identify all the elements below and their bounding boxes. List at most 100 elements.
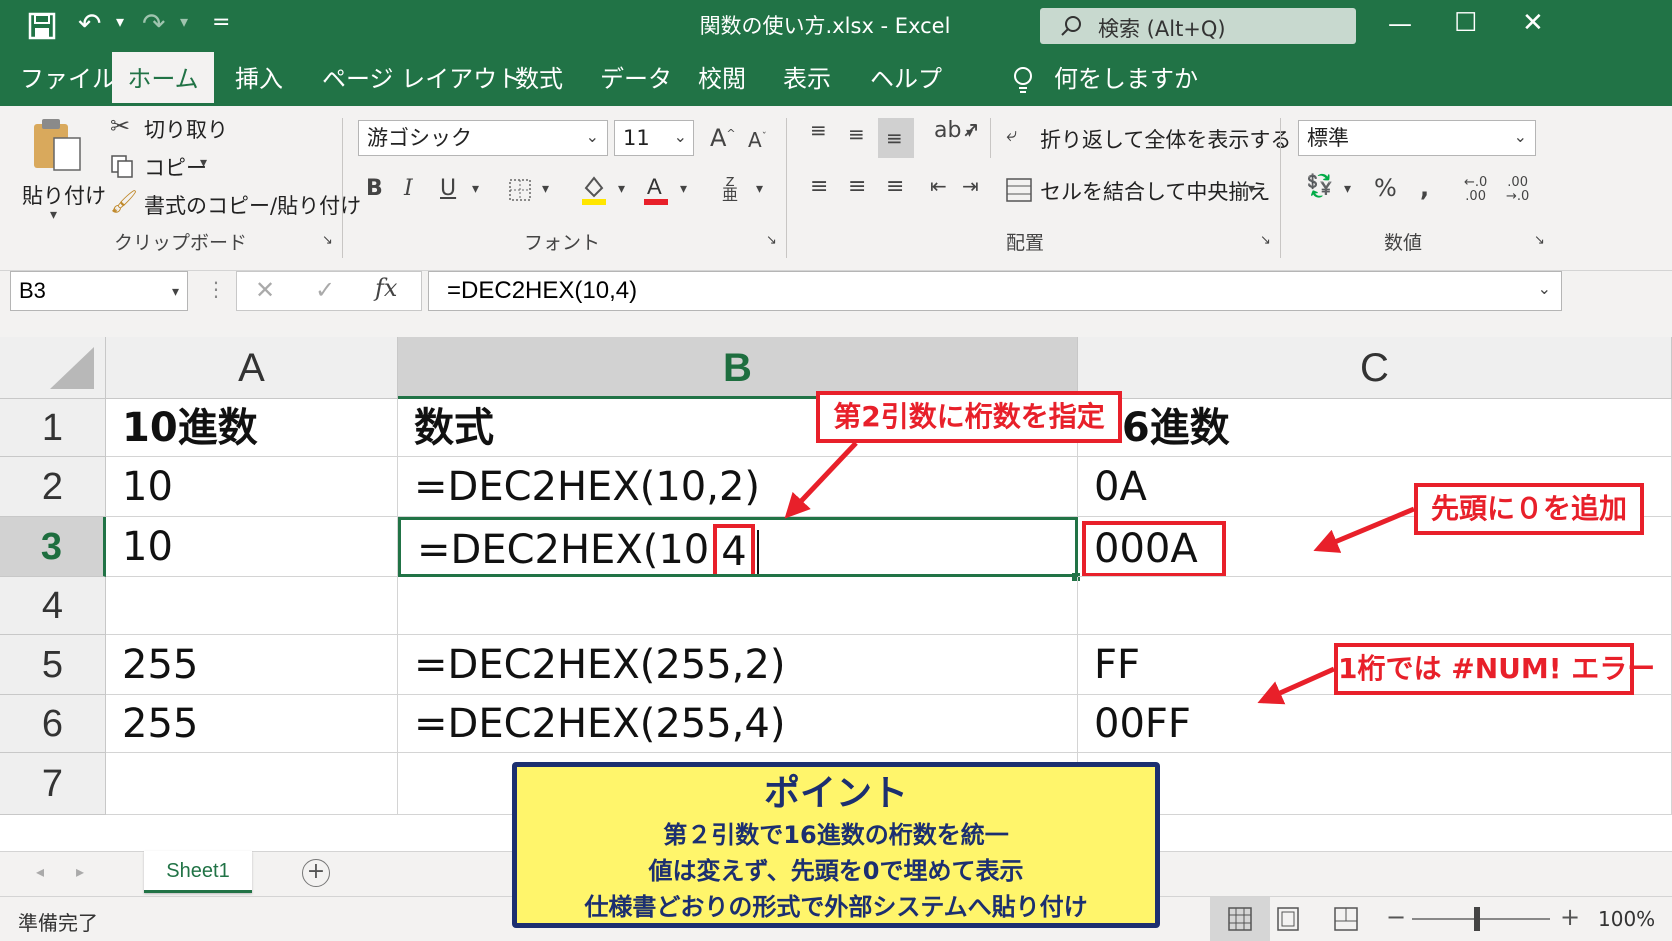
- fill-color-dropdown-icon[interactable]: ▾: [618, 182, 625, 196]
- copy-dropdown-icon[interactable]: ▾: [200, 156, 207, 170]
- search-placeholder: 検索 (Alt+Q): [1098, 17, 1226, 41]
- italic-icon[interactable]: I: [404, 178, 413, 200]
- align-right-icon[interactable]: ≡: [886, 176, 904, 198]
- format-painter-button[interactable]: 書式のコピー/貼り付け: [144, 190, 361, 220]
- cut-button[interactable]: 切り取り: [144, 114, 228, 144]
- align-left-icon[interactable]: ≡: [810, 176, 828, 198]
- merge-dropdown-icon[interactable]: ▾: [1248, 182, 1255, 196]
- scroll-left-icon[interactable]: ◂: [36, 864, 44, 880]
- tab-insert[interactable]: 挿入: [235, 52, 283, 106]
- increase-indent-icon[interactable]: ⇥: [962, 176, 979, 196]
- font-color-dropdown-icon[interactable]: ▾: [680, 182, 687, 196]
- arrow-to-digits-arg: [784, 441, 858, 519]
- search-icon: [1061, 16, 1081, 36]
- zoom-slider[interactable]: [1412, 918, 1550, 920]
- redo-dropdown-icon[interactable]: ▾: [180, 14, 188, 30]
- number-launcher-icon[interactable]: ↘: [1534, 234, 1545, 247]
- undo-dropdown-icon[interactable]: ▾: [116, 14, 124, 30]
- more-options-icon[interactable]: ⋮: [206, 279, 226, 299]
- tab-home[interactable]: ホーム: [112, 52, 214, 106]
- percent-icon[interactable]: %: [1374, 176, 1397, 200]
- page-break-view-icon[interactable]: [1334, 907, 1358, 931]
- redo-icon[interactable]: ↷: [142, 10, 165, 38]
- align-center-icon[interactable]: ≡: [848, 176, 866, 198]
- borders-dropdown-icon[interactable]: ▾: [542, 182, 549, 196]
- formula-input[interactable]: =DEC2HEX(10,4) ⌄: [428, 271, 1562, 311]
- expand-formula-icon: ⌄: [1537, 281, 1551, 298]
- restore-button[interactable]: ☐: [1454, 10, 1477, 36]
- font-color-icon[interactable]: A: [642, 174, 670, 206]
- clipboard-launcher-icon[interactable]: ↘: [322, 234, 333, 247]
- orientation-dropdown-icon[interactable]: ▾: [966, 126, 973, 140]
- increase-decimal-icon[interactable]: ←.0.00: [1464, 176, 1487, 204]
- name-box[interactable]: B3 ▾: [10, 271, 188, 311]
- save-icon[interactable]: [28, 12, 56, 40]
- cancel-icon[interactable]: ✕: [255, 278, 275, 302]
- tab-review[interactable]: 校閲: [698, 52, 746, 106]
- alignment-group-label: 配置: [1006, 232, 1045, 254]
- tab-formulas[interactable]: 数式: [515, 52, 563, 106]
- decrease-indent-icon[interactable]: ⇤: [930, 176, 947, 196]
- bold-icon[interactable]: B: [366, 178, 383, 200]
- point-box: ポイント 第２引数で16進数の桁数を統一 値は変えず、先頭を0で埋めて表示 仕様…: [512, 762, 1160, 928]
- merge-center-button[interactable]: セルを結合して中央揃え: [1040, 176, 1270, 206]
- add-sheet-icon[interactable]: +: [302, 859, 330, 887]
- minimize-button[interactable]: —: [1388, 12, 1412, 36]
- underline-icon[interactable]: U: [440, 178, 456, 200]
- formula-buttons: ✕ ✓ fx: [236, 271, 422, 311]
- decrease-decimal-icon[interactable]: .00 →.0: [1506, 176, 1529, 204]
- phonetic-dropdown-icon[interactable]: ▾: [756, 182, 763, 196]
- sheet-tab-sheet1[interactable]: Sheet1: [144, 851, 252, 893]
- accounting-dropdown-icon[interactable]: ▾: [1344, 182, 1351, 196]
- insert-function-icon[interactable]: fx: [375, 276, 397, 300]
- search-box[interactable]: 検索 (Alt+Q): [1040, 8, 1356, 44]
- zoom-out-icon[interactable]: −: [1386, 905, 1406, 929]
- grow-font-icon[interactable]: A^: [710, 126, 736, 150]
- alignment-launcher-icon[interactable]: ↘: [1260, 234, 1271, 247]
- tab-page-layout[interactable]: ページ レイアウト: [322, 52, 521, 106]
- align-top-icon[interactable]: ≡: [810, 120, 827, 140]
- enter-icon[interactable]: ✓: [315, 278, 335, 302]
- undo-icon[interactable]: ↶: [78, 10, 101, 38]
- merge-center-icon: [1006, 178, 1032, 202]
- tab-file[interactable]: ファイル: [20, 52, 116, 106]
- separator: [1280, 118, 1281, 258]
- close-button[interactable]: ✕: [1522, 10, 1544, 36]
- excel-window: { "titlebar": { "title": "関数の使い方.xlsx - …: [0, 0, 1672, 941]
- point-title: ポイント: [763, 773, 908, 814]
- tab-help[interactable]: ヘルプ: [870, 52, 942, 106]
- page-layout-view-icon[interactable]: [1276, 907, 1300, 931]
- font-size-value: 11: [623, 126, 650, 150]
- align-bottom-button[interactable]: ≡: [878, 118, 914, 158]
- borders-icon[interactable]: [508, 178, 532, 202]
- tab-data[interactable]: データ: [600, 52, 672, 106]
- zoom-level: 100%: [1598, 907, 1656, 931]
- number-format-select[interactable]: 標準 ⌄: [1298, 120, 1536, 156]
- tell-me-box[interactable]: 何をしますか: [1054, 52, 1198, 106]
- chevron-down-icon: ⌄: [1513, 127, 1527, 146]
- customize-qat-icon[interactable]: =: [212, 12, 230, 34]
- comma-style-icon[interactable]: ,: [1420, 176, 1429, 200]
- align-middle-icon[interactable]: ≡: [848, 124, 865, 144]
- paste-button[interactable]: 貼り付け ▾: [20, 116, 106, 226]
- zoom-slider-thumb[interactable]: [1474, 907, 1480, 931]
- wrap-text-button[interactable]: 折り返して全体を表示する: [1040, 124, 1291, 154]
- font-launcher-icon[interactable]: ↘: [766, 234, 777, 247]
- fill-color-icon[interactable]: [580, 174, 608, 206]
- accounting-format-icon[interactable]: 💱: [1306, 176, 1333, 198]
- tab-view[interactable]: 表示: [783, 52, 831, 106]
- underline-dropdown-icon[interactable]: ▾: [472, 182, 479, 196]
- arrow-to-leading-zero: [1313, 506, 1415, 553]
- zoom-in-icon[interactable]: +: [1560, 905, 1580, 929]
- wrap-text-icon: ⤶: [1006, 122, 1018, 146]
- status-ready: 準備完了: [18, 911, 98, 935]
- cut-icon: ✂: [110, 112, 131, 140]
- font-name-select[interactable]: 游ゴシック ⌄: [358, 120, 608, 156]
- copy-button[interactable]: コピー: [144, 152, 207, 182]
- svg-text:A: A: [647, 174, 662, 199]
- font-size-select[interactable]: 11 ⌄: [614, 120, 694, 156]
- phonetic-icon[interactable]: ｚ亜: [722, 173, 738, 203]
- normal-view-button[interactable]: [1210, 897, 1270, 941]
- shrink-font-icon[interactable]: Aˇ: [748, 130, 767, 150]
- scroll-right-icon[interactable]: ▸: [76, 864, 84, 880]
